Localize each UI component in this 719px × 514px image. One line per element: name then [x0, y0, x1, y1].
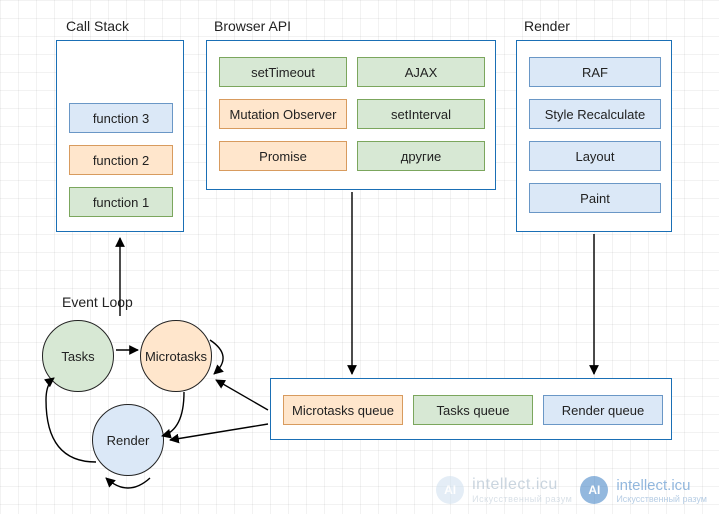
panel-browserapi: setTimeout Mutation Observer Promise AJA… — [206, 40, 496, 190]
api-item: другие — [357, 141, 485, 171]
watermark: AI intellect.icu Искусственный разум AI … — [436, 476, 707, 504]
watermark-text-faint: intellect.icu Искусственный разум — [472, 476, 572, 504]
queue-render: Render queue — [543, 395, 663, 425]
render-step: Style Recalculate — [529, 99, 661, 129]
api-item: AJAX — [357, 57, 485, 87]
panel-queues: Microtasks queue Tasks queue Render queu… — [270, 378, 672, 440]
api-item: Promise — [219, 141, 347, 171]
render-step: Layout — [529, 141, 661, 171]
callstack-item: function 3 — [69, 103, 173, 133]
section-label-callstack: Call Stack — [66, 18, 129, 34]
section-label-browserapi: Browser API — [214, 18, 291, 34]
watermark-badge-icon: AI — [580, 476, 608, 504]
api-item: Mutation Observer — [219, 99, 347, 129]
watermark-text-strong: intellect.icu Искусственный разум — [616, 477, 707, 504]
api-item: setInterval — [357, 99, 485, 129]
callstack-item: function 2 — [69, 145, 173, 175]
api-item: setTimeout — [219, 57, 347, 87]
render-step: RAF — [529, 57, 661, 87]
queue-tasks: Tasks queue — [413, 395, 533, 425]
section-label-render: Render — [524, 18, 570, 34]
queue-microtasks: Microtasks queue — [283, 395, 403, 425]
section-label-eventloop: Event Loop — [62, 294, 133, 310]
eventloop-render: Render — [92, 404, 164, 476]
panel-callstack: function 3 function 2 function 1 — [56, 40, 184, 232]
render-step: Paint — [529, 183, 661, 213]
callstack-item: function 1 — [69, 187, 173, 217]
watermark-badge-icon: AI — [436, 476, 464, 504]
eventloop-tasks: Tasks — [42, 320, 114, 392]
panel-render: RAF Style Recalculate Layout Paint — [516, 40, 672, 232]
eventloop-microtasks: Microtasks — [140, 320, 212, 392]
